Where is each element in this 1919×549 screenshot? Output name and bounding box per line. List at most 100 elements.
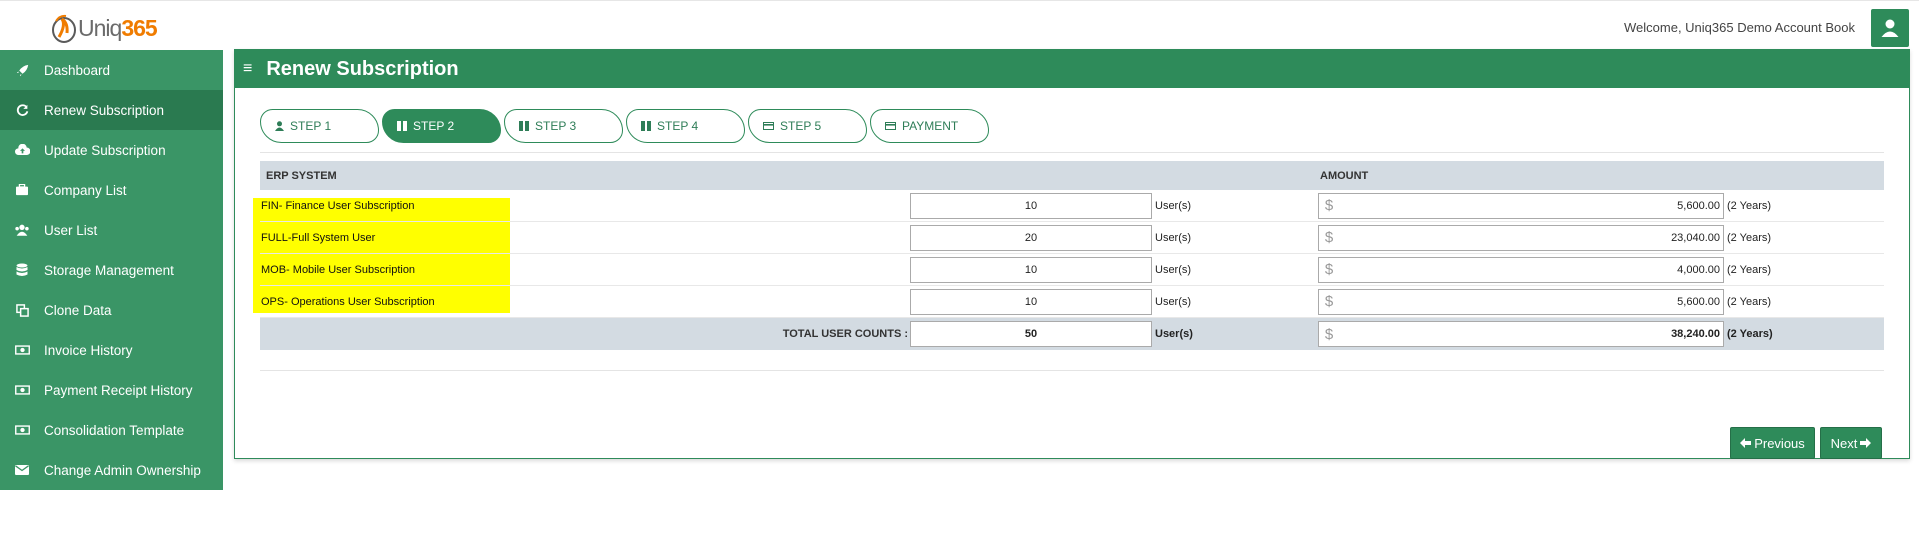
sidebar-item-label: Dashboard bbox=[44, 62, 111, 78]
briefcase-icon bbox=[14, 182, 30, 198]
columns-icon bbox=[641, 121, 651, 131]
table-row: MOB- Mobile User Subscription User(s) $4… bbox=[260, 254, 1884, 286]
amount-value: 5,600.00 bbox=[1677, 295, 1720, 308]
subscription-name: OPS- Operations User Subscription bbox=[261, 295, 435, 308]
total-row: TOTAL USER COUNTS : User(s) $38,240.00 (… bbox=[260, 318, 1884, 350]
money-icon bbox=[14, 342, 30, 358]
tab-step-1[interactable]: STEP 1 bbox=[260, 109, 379, 143]
hamburger-menu-icon[interactable]: ≡ bbox=[243, 60, 252, 78]
sidebar-item-company-list[interactable]: Company List bbox=[0, 170, 223, 210]
table-row: FULL-Full System User User(s) $23,040.00… bbox=[260, 222, 1884, 254]
sidebar-item-dashboard[interactable]: Dashboard bbox=[0, 50, 223, 90]
dollar-icon: $ bbox=[1324, 261, 1334, 278]
app-logo[interactable]: Uniq365 bbox=[50, 10, 158, 46]
subscription-name: FULL-Full System User bbox=[261, 231, 376, 244]
envelope-icon bbox=[14, 462, 30, 478]
tab-label: STEP 5 bbox=[780, 119, 822, 133]
sidebar-item-storage-management[interactable]: Storage Management bbox=[0, 250, 223, 290]
dollar-icon: $ bbox=[1324, 229, 1334, 246]
tab-step-2[interactable]: STEP 2 bbox=[382, 109, 501, 143]
next-label: Next bbox=[1830, 435, 1858, 451]
user-menu-button[interactable] bbox=[1871, 9, 1909, 47]
amount-field[interactable]: $5,600.00 bbox=[1318, 288, 1724, 315]
tab-label: STEP 3 bbox=[535, 119, 577, 133]
amount-field[interactable]: $5,600.00 bbox=[1318, 192, 1724, 219]
table-row: FIN- Finance User Subscription User(s) $… bbox=[260, 190, 1884, 222]
sidebar-item-user-list[interactable]: User List bbox=[0, 210, 223, 250]
sidebar-item-clone-data[interactable]: Clone Data bbox=[0, 290, 223, 330]
columns-icon bbox=[397, 121, 407, 131]
page-title: Renew Subscription bbox=[266, 57, 459, 80]
sidebar-item-label: Payment Receipt History bbox=[44, 382, 193, 398]
logo-text: Uniq365 bbox=[78, 14, 158, 41]
tab-step-4[interactable]: STEP 4 bbox=[626, 109, 745, 143]
arrow-left-icon bbox=[1740, 438, 1752, 448]
sidebar-item-payment-receipt-history[interactable]: Payment Receipt History bbox=[0, 370, 223, 410]
user-count-input[interactable] bbox=[910, 192, 1152, 219]
user-count-input[interactable] bbox=[910, 288, 1152, 315]
refresh-icon bbox=[14, 102, 30, 118]
next-button[interactable]: Next bbox=[1820, 427, 1882, 459]
amount-field[interactable]: $23,040.00 bbox=[1318, 224, 1724, 251]
table-row: OPS- Operations User Subscription User(s… bbox=[260, 286, 1884, 318]
sidebar: Dashboard Renew Subscription Update Subs… bbox=[0, 50, 223, 490]
sidebar-item-label: Consolidation Template bbox=[44, 422, 185, 438]
unit-label: User(s) bbox=[1155, 199, 1192, 212]
dollar-icon: $ bbox=[1324, 293, 1334, 310]
users-icon bbox=[14, 222, 30, 238]
main-panel: ≡ Renew Subscription STEP 1 STEP 2 STEP … bbox=[234, 49, 1910, 459]
unit-label: User(s) bbox=[1155, 231, 1192, 244]
amount-value: 23,040.00 bbox=[1671, 231, 1720, 244]
columns-icon bbox=[519, 121, 529, 131]
database-icon bbox=[14, 262, 30, 278]
arrow-right-icon bbox=[1860, 438, 1872, 448]
sidebar-item-invoice-history[interactable]: Invoice History bbox=[0, 330, 223, 370]
amount-value: 5,600.00 bbox=[1677, 199, 1720, 212]
amount-field[interactable]: $4,000.00 bbox=[1318, 256, 1724, 283]
period-label: (2 Years) bbox=[1727, 263, 1772, 276]
previous-label: Previous bbox=[1754, 435, 1805, 451]
divider bbox=[260, 152, 1884, 153]
tab-label: STEP 1 bbox=[290, 119, 332, 133]
step-tabs: STEP 1 STEP 2 STEP 3 STEP 4 STEP 5 PAYME… bbox=[260, 109, 992, 143]
sidebar-item-label: Storage Management bbox=[44, 262, 174, 278]
period-label: (2 Years) bbox=[1727, 199, 1772, 212]
total-amount-field[interactable]: $38,240.00 bbox=[1318, 321, 1724, 347]
sidebar-item-update-subscription[interactable]: Update Subscription bbox=[0, 130, 223, 170]
money-icon bbox=[14, 382, 30, 398]
total-user-count-input[interactable] bbox=[910, 321, 1152, 347]
tab-payment[interactable]: PAYMENT bbox=[870, 109, 989, 143]
tab-label: STEP 2 bbox=[413, 119, 455, 133]
total-amount-value: 38,240.00 bbox=[1671, 328, 1720, 340]
sidebar-item-label: Invoice History bbox=[44, 342, 133, 358]
tab-label: PAYMENT bbox=[902, 119, 959, 133]
tab-step-3[interactable]: STEP 3 bbox=[504, 109, 623, 143]
user-count-input[interactable] bbox=[910, 256, 1152, 283]
sidebar-item-label: Renew Subscription bbox=[44, 102, 165, 118]
dollar-icon: $ bbox=[1324, 197, 1334, 214]
logo-mark-icon bbox=[50, 11, 78, 45]
sidebar-item-consolidation-template[interactable]: Consolidation Template bbox=[0, 410, 223, 450]
unit-label: User(s) bbox=[1155, 295, 1192, 308]
subscription-name: MOB- Mobile User Subscription bbox=[261, 263, 416, 276]
sidebar-item-label: Change Admin Ownership bbox=[44, 462, 201, 478]
period-label: (2 Years) bbox=[1727, 231, 1772, 244]
copy-icon bbox=[14, 302, 30, 318]
column-header-erp-system: ERP SYSTEM bbox=[266, 169, 337, 182]
tab-step-5[interactable]: STEP 5 bbox=[748, 109, 867, 143]
unit-label: User(s) bbox=[1155, 263, 1192, 276]
sidebar-item-change-admin-ownership[interactable]: Change Admin Ownership bbox=[0, 450, 223, 490]
sidebar-item-renew-subscription[interactable]: Renew Subscription bbox=[0, 90, 223, 130]
panel-header: ≡ Renew Subscription bbox=[235, 50, 1909, 88]
previous-button[interactable]: Previous bbox=[1730, 427, 1815, 459]
user-count-input[interactable] bbox=[910, 224, 1152, 251]
dollar-icon: $ bbox=[1324, 325, 1334, 343]
user-icon bbox=[275, 121, 284, 131]
sidebar-item-label: Update Subscription bbox=[44, 142, 166, 158]
credit-card-icon bbox=[885, 122, 896, 130]
subscription-name: FIN- Finance User Subscription bbox=[261, 199, 415, 212]
sidebar-item-label: Company List bbox=[44, 182, 127, 198]
welcome-text: Welcome, Uniq365 Demo Account Book bbox=[1624, 20, 1855, 35]
sidebar-item-label: Clone Data bbox=[44, 302, 112, 318]
top-bar: Uniq365 Welcome, Uniq365 Demo Account Bo… bbox=[0, 0, 1919, 49]
